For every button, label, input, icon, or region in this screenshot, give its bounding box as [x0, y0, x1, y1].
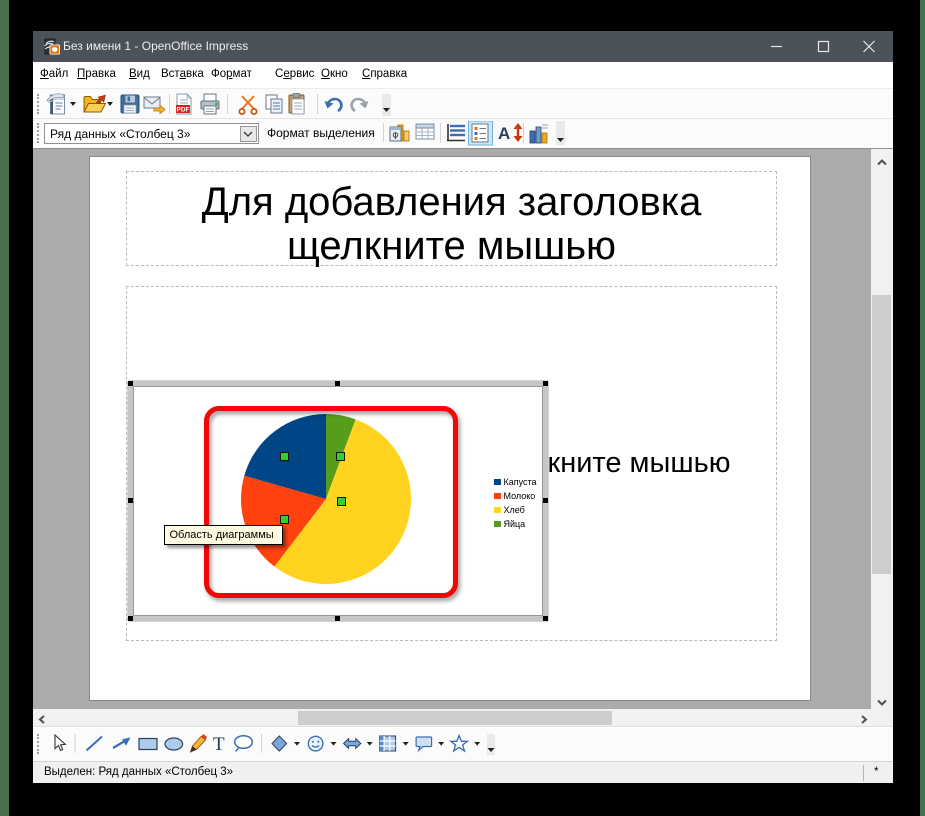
svg-text:A: A [498, 124, 510, 143]
svg-text:PDF: PDF [177, 106, 190, 113]
svg-text:T: T [213, 734, 225, 755]
